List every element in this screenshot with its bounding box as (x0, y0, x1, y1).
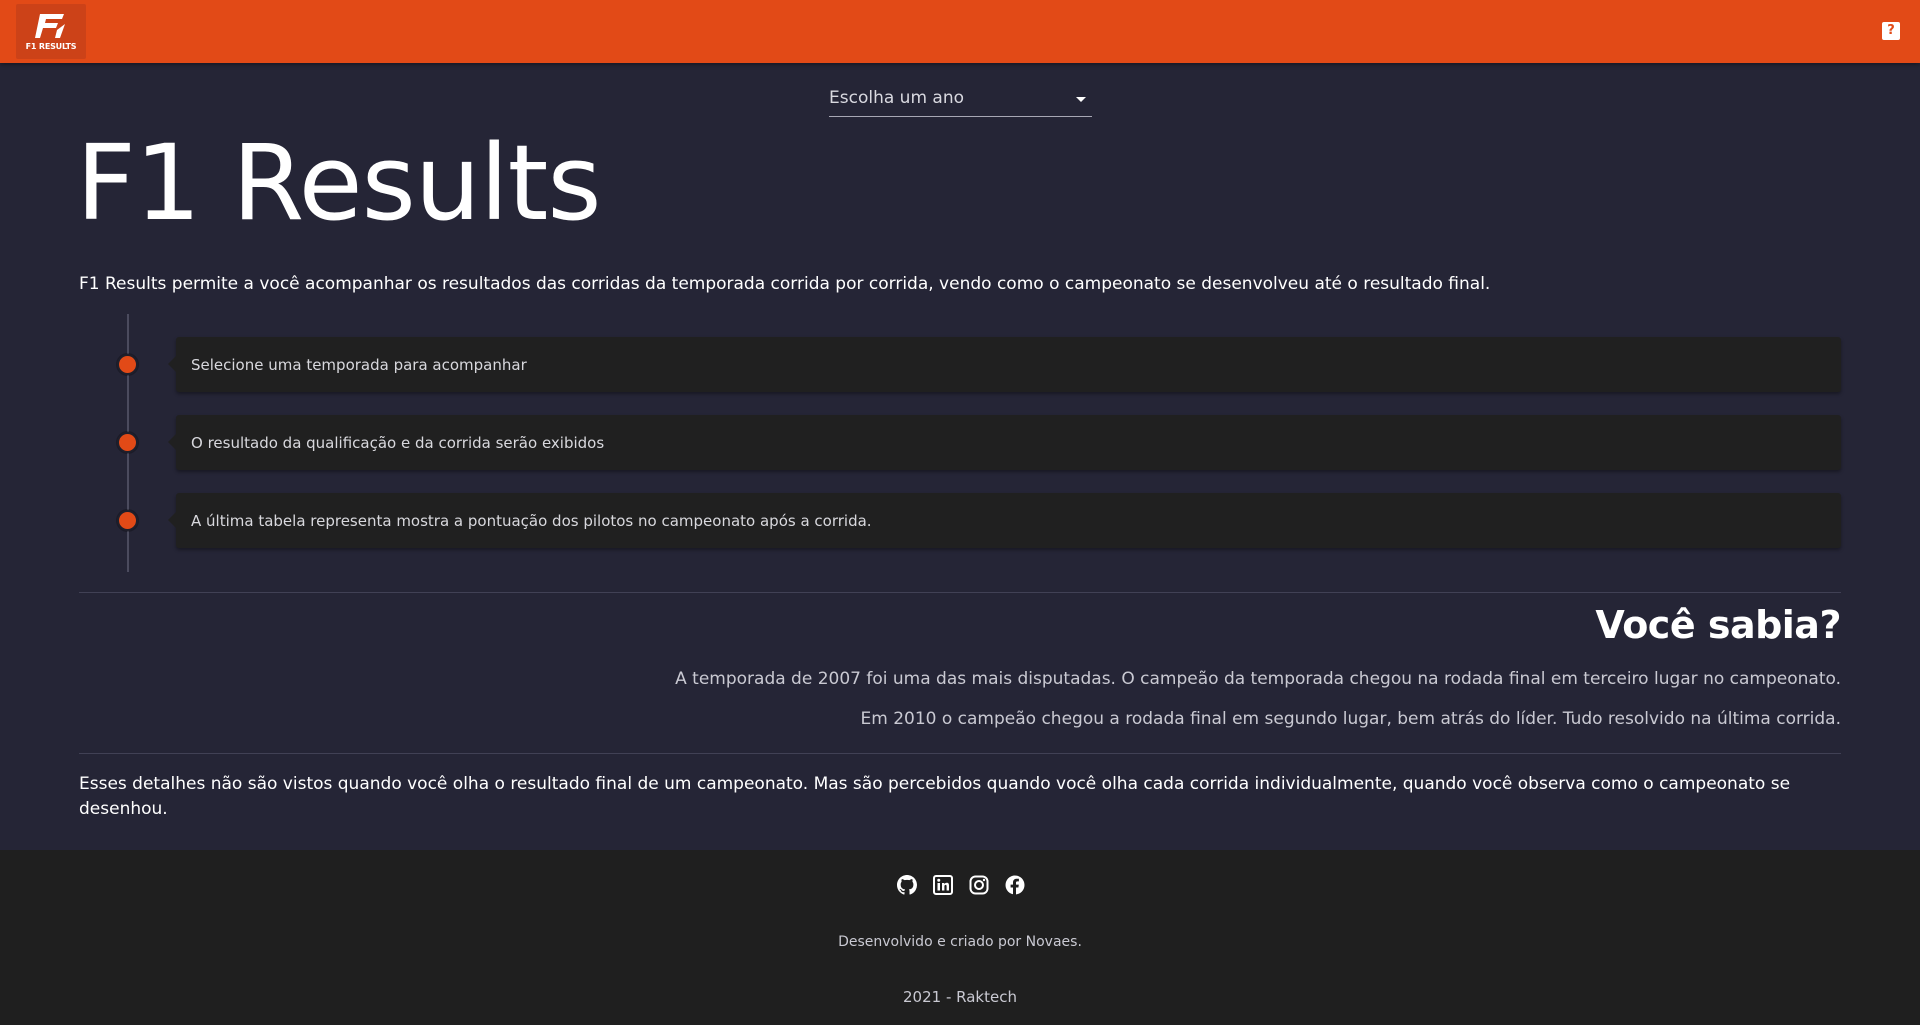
timeline-dot (117, 432, 138, 453)
timeline-step-text: A última tabela representa mostra a pont… (191, 511, 872, 530)
year-select-placeholder: Escolha um ano (829, 88, 964, 108)
fact-text: A temporada de 2007 foi uma das mais dis… (675, 669, 1841, 689)
help-button[interactable]: ? (1882, 22, 1900, 40)
f1-logo-icon (35, 14, 65, 38)
timeline-dot (117, 510, 138, 531)
footer-credit: Desenvolvido e criado por Novaes. (838, 934, 1082, 950)
divider (79, 753, 1841, 754)
f1-results-logo[interactable]: F1 RESULTS (16, 4, 86, 59)
timeline-step: A última tabela representa mostra a pont… (168, 493, 1841, 548)
question-mark-icon: ? (1887, 23, 1895, 38)
social-links (896, 874, 1026, 896)
instagram-icon[interactable] (968, 874, 990, 896)
timeline-step: O resultado da qualificação e da corrida… (168, 415, 1841, 470)
chevron-down-icon (1076, 97, 1086, 102)
logo-text: F1 RESULTS (25, 42, 77, 51)
year-select[interactable]: Escolha um ano (829, 86, 1092, 117)
page-title: F1 Results (76, 122, 602, 244)
did-you-know-title: Você sabia? (1595, 603, 1841, 647)
timeline-step-text: O resultado da qualificação e da corrida… (191, 433, 605, 452)
divider (79, 592, 1841, 593)
timeline-step-text: Selecione uma temporada para acompanhar (191, 355, 527, 374)
timeline-step: Selecione uma temporada para acompanhar (168, 337, 1841, 392)
intro-text: F1 Results permite a você acompanhar os … (79, 274, 1491, 294)
timeline-dot (117, 354, 138, 375)
github-icon[interactable] (896, 874, 918, 896)
linkedin-icon[interactable] (932, 874, 954, 896)
outro-text: Esses detalhes não são vistos quando voc… (79, 774, 1791, 819)
fact-text: Em 2010 o campeão chegou a rodada final … (860, 709, 1841, 729)
footer-copyright: 2021 - Raktech (903, 988, 1017, 1006)
app-bar: F1 RESULTS ? (0, 0, 1920, 63)
facebook-icon[interactable] (1004, 874, 1026, 896)
